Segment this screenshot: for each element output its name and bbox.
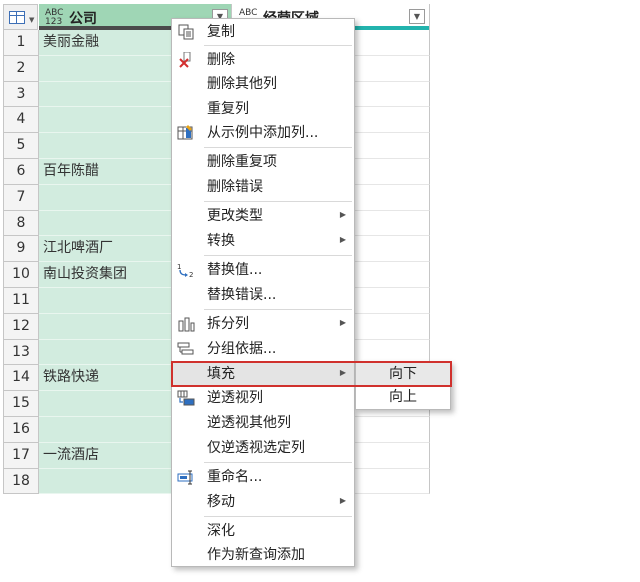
menu-item-label: 重复列 [207, 101, 249, 117]
menu-separator [204, 462, 352, 463]
menu-separator [204, 309, 352, 310]
menu-separator [204, 45, 352, 46]
submenu-arrow-icon: ▶ [339, 368, 346, 377]
text-type-icon: ABC [239, 8, 258, 18]
menu-item-label: 从示例中添加列... [207, 125, 319, 141]
menu-item-label: 重命名... [207, 469, 263, 485]
submenu-item-fill-down[interactable]: 向下 [356, 363, 450, 386]
menu-item-label: 复制 [207, 24, 235, 40]
row-number[interactable]: 14 [3, 365, 39, 392]
row-number[interactable]: 15 [3, 391, 39, 417]
menu-item-label: 删除 [207, 52, 235, 68]
menu-item-remove[interactable]: 删除 [172, 48, 354, 72]
dropdown-arrow-icon: ▼ [29, 16, 35, 24]
row-number[interactable]: 8 [3, 210, 39, 237]
menu-item-copy[interactable]: 复制 [172, 20, 354, 44]
svg-text:2: 2 [189, 271, 193, 278]
menu-item-label: 替换值... [207, 262, 263, 278]
menu-item-label: 作为新查询添加 [207, 547, 305, 563]
menu-separator [204, 147, 352, 148]
svg-text:1: 1 [177, 263, 181, 271]
row-number[interactable]: 3 [3, 81, 39, 108]
menu-item-split-column[interactable]: 拆分列 ▶ [172, 312, 354, 336]
menu-item-label: 替换错误... [207, 287, 277, 303]
menu-item-label: 更改类型 [207, 208, 263, 224]
row-number[interactable]: 9 [3, 236, 39, 263]
menu-item-label: 仅逆透视选定列 [207, 440, 305, 456]
unpivot-columns-icon [177, 390, 195, 406]
text-any-type-icon: ABC 123 [45, 8, 64, 27]
menu-item-unpivot-selected-columns[interactable]: 仅逆透视选定列 [172, 436, 354, 460]
menu-item-add-as-new-query[interactable]: 作为新查询添加 [172, 543, 354, 567]
menu-item-unpivot-columns[interactable]: 逆透视列 [172, 386, 354, 410]
menu-item-replace-values[interactable]: 1 2 替换值... [172, 258, 354, 282]
menu-item-label: 删除重复项 [207, 154, 277, 170]
menu-item-remove-other-columns[interactable]: 删除其他列 [172, 72, 354, 96]
row-number[interactable]: 13 [3, 339, 39, 366]
menu-item-duplicate-column[interactable]: 重复列 [172, 97, 354, 121]
row-number[interactable]: 11 [3, 287, 39, 314]
menu-item-replace-errors[interactable]: 替换错误... [172, 283, 354, 307]
menu-item-label: 逆透视列 [207, 390, 263, 406]
row-number[interactable]: 10 [3, 262, 39, 288]
column-from-examples-icon [177, 125, 193, 140]
column-filter-button[interactable]: ▼ [409, 9, 425, 24]
menu-item-remove-errors[interactable]: 删除错误 [172, 175, 354, 199]
row-number[interactable]: 12 [3, 313, 39, 340]
copy-icon [178, 24, 194, 40]
menu-item-add-column-from-examples[interactable]: 从示例中添加列... [172, 121, 354, 145]
menu-item-transform[interactable]: 转换 ▶ [172, 229, 354, 253]
row-number[interactable]: 18 [3, 468, 39, 495]
replace-values-icon: 1 2 [177, 263, 193, 278]
submenu-arrow-icon: ▶ [339, 496, 346, 505]
split-column-icon [178, 317, 195, 332]
row-number[interactable]: 16 [3, 416, 39, 443]
menu-separator [204, 255, 352, 256]
submenu-arrow-icon: ▶ [339, 235, 346, 244]
row-number[interactable]: 2 [3, 55, 39, 82]
menu-item-change-type[interactable]: 更改类型 ▶ [172, 204, 354, 228]
table-icon [9, 11, 25, 24]
column-context-menu: 复制 删除 删除其他列 重复列 从示例中添加列... 删除重复项 删除错误 更改… [171, 18, 355, 567]
submenu-item-fill-up[interactable]: 向上 [356, 386, 450, 409]
menu-item-rename[interactable]: 重命名... [172, 465, 354, 489]
table-menu-button[interactable]: ▼ [3, 4, 38, 30]
menu-item-label: 拆分列 [207, 316, 249, 332]
menu-item-label: 逆透视其他列 [207, 415, 291, 431]
menu-item-drill-down[interactable]: 深化 [172, 519, 354, 543]
row-number[interactable]: 1 [3, 30, 39, 56]
menu-separator [204, 516, 352, 517]
group-by-icon [177, 342, 194, 355]
menu-item-fill[interactable]: 填充 ▶ [172, 362, 354, 386]
row-number[interactable]: 17 [3, 442, 39, 469]
menu-item-group-by[interactable]: 分组依据... [172, 337, 354, 361]
submenu-arrow-icon: ▶ [339, 210, 346, 219]
menu-separator [204, 201, 352, 202]
menu-item-label: 移动 [207, 494, 235, 510]
menu-item-label: 深化 [207, 523, 235, 539]
row-number[interactable]: 6 [3, 158, 39, 185]
menu-item-remove-duplicates[interactable]: 删除重复项 [172, 150, 354, 174]
menu-item-move[interactable]: 移动 ▶ [172, 490, 354, 514]
menu-item-label: 删除错误 [207, 179, 263, 195]
delete-column-icon [179, 52, 191, 68]
menu-item-label: 填充 [207, 366, 235, 382]
fill-submenu: 向下 向上 [355, 361, 451, 410]
menu-item-unpivot-other-columns[interactable]: 逆透视其他列 [172, 411, 354, 435]
menu-item-label: 删除其他列 [207, 76, 277, 92]
rename-icon [177, 470, 193, 485]
row-number[interactable]: 5 [3, 133, 39, 159]
column-title: 公司 [69, 11, 97, 27]
menu-item-label: 分组依据... [207, 341, 277, 357]
row-number[interactable]: 4 [3, 107, 39, 134]
submenu-arrow-icon: ▶ [339, 318, 346, 327]
row-number[interactable]: 7 [3, 184, 39, 211]
menu-item-label: 转换 [207, 233, 235, 249]
